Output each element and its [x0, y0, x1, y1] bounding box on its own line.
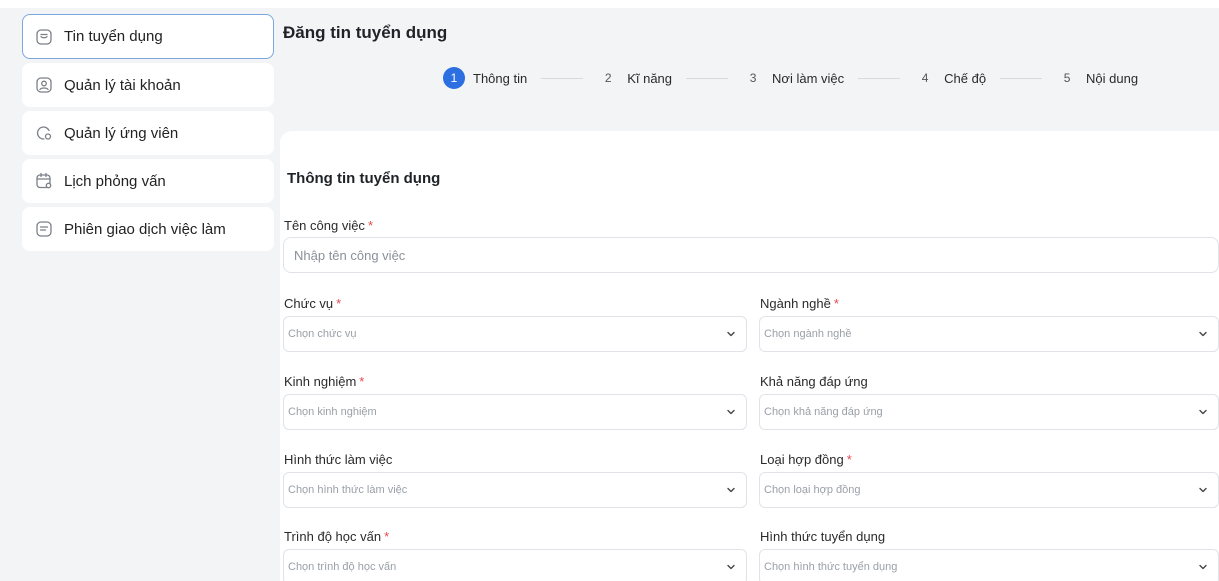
- select-placeholder: Chọn hình thức làm việc: [288, 484, 408, 496]
- availability-select[interactable]: Chọn khả năng đáp ứng: [759, 394, 1219, 430]
- recruitment-type-select[interactable]: Chọn hình thức tuyển dụng: [759, 549, 1219, 581]
- availability-label: Khả năng đáp ứng: [760, 374, 868, 389]
- chevron-down-icon: [724, 560, 738, 574]
- sidebar-item-candidates[interactable]: Quản lý ứng viên: [22, 111, 274, 155]
- step-content[interactable]: 5 Nội dung: [1056, 67, 1138, 89]
- step-number: 5: [1063, 71, 1071, 85]
- label-text: Chức vụ: [284, 296, 334, 311]
- step-workplace[interactable]: 3 Nơi làm việc: [742, 67, 844, 89]
- candidate-icon: [35, 124, 53, 142]
- contract-type-select[interactable]: Chọn loại hợp đồng: [759, 472, 1219, 508]
- chevron-down-icon: [724, 405, 738, 419]
- job-fair-icon: [35, 220, 53, 238]
- step-label: Nội dung: [1086, 70, 1139, 86]
- section-title: Thông tin tuyển dụng: [287, 170, 441, 187]
- step-connector: [858, 77, 901, 79]
- label-text: Kinh nghiệm: [284, 374, 357, 389]
- industry-select[interactable]: Chọn ngành nghề: [759, 316, 1219, 352]
- contract-type-label: Loại hợp đồng *: [760, 452, 852, 467]
- step-label: Chế độ: [944, 70, 987, 86]
- education-select[interactable]: Chọn trình độ học vấn: [283, 549, 747, 581]
- select-placeholder: Chọn hình thức tuyển dụng: [764, 561, 898, 573]
- stepper: 1 Thông tin 2 Kĩ năng 3 Nơi làm việc 4 C…: [443, 66, 1138, 90]
- account-icon: [35, 76, 53, 94]
- chevron-down-icon: [1196, 483, 1210, 497]
- job-post-icon: [35, 28, 53, 46]
- select-placeholder: Chọn trình độ học vấn: [288, 561, 397, 573]
- step-number: 1: [443, 67, 465, 89]
- required-mark: *: [846, 452, 852, 467]
- position-label: Chức vụ *: [284, 296, 341, 311]
- select-placeholder: Chọn kinh nghiệm: [288, 406, 377, 418]
- chevron-down-icon: [1196, 327, 1210, 341]
- sidebar: Tin tuyển dụng Quản lý tài khoản Quản lý…: [22, 14, 274, 255]
- step-connector: [1000, 77, 1043, 79]
- sidebar-item-interview-schedule[interactable]: Lịch phỏng vấn: [22, 159, 274, 203]
- step-label: Kĩ năng: [627, 70, 673, 86]
- sidebar-item-label: Quản lý ứng viên: [64, 124, 179, 142]
- experience-label: Kinh nghiệm *: [284, 374, 364, 389]
- step-skills[interactable]: 2 Kĩ năng: [597, 67, 672, 89]
- required-mark: *: [359, 374, 365, 389]
- label-text: Hình thức tuyển dụng: [760, 529, 886, 544]
- position-select[interactable]: Chọn chức vụ: [283, 316, 747, 352]
- label-text: Trình độ học vấn: [284, 529, 382, 544]
- sidebar-item-job-fair[interactable]: Phiên giao dịch việc làm: [22, 207, 274, 251]
- chevron-down-icon: [724, 327, 738, 341]
- work-type-select[interactable]: Chọn hình thức làm việc: [283, 472, 747, 508]
- form-card: [280, 131, 1219, 581]
- select-placeholder: Chọn ngành nghề: [764, 328, 852, 340]
- select-placeholder: Chọn khả năng đáp ứng: [764, 406, 883, 418]
- sidebar-item-accounts[interactable]: Quản lý tài khoản: [22, 63, 274, 107]
- select-placeholder: Chọn loại hợp đồng: [764, 484, 861, 496]
- step-number: 3: [749, 71, 757, 85]
- label-text: Hình thức làm việc: [284, 452, 393, 467]
- sidebar-item-label: Tin tuyển dụng: [64, 28, 163, 45]
- step-connector: [541, 77, 584, 79]
- step-benefits[interactable]: 4 Chế độ: [914, 67, 986, 89]
- required-mark: *: [367, 218, 373, 233]
- required-mark: *: [833, 296, 839, 311]
- select-placeholder: Chọn chức vụ: [288, 328, 357, 340]
- required-mark: *: [336, 296, 342, 311]
- work-type-label: Hình thức làm việc: [284, 452, 392, 467]
- sidebar-item-label: Quản lý tài khoản: [64, 76, 181, 94]
- page-title: Đăng tin tuyển dụng: [283, 23, 448, 42]
- experience-select[interactable]: Chọn kinh nghiệm: [283, 394, 747, 430]
- education-label: Trình độ học vấn *: [284, 529, 389, 544]
- calendar-icon: [35, 172, 53, 190]
- chevron-down-icon: [1196, 405, 1210, 419]
- top-bar: [0, 0, 1219, 8]
- label-text: Loại hợp đồng: [760, 452, 844, 467]
- step-label: Thông tin: [473, 70, 528, 86]
- required-mark: *: [384, 529, 390, 544]
- step-number: 2: [604, 71, 612, 85]
- recruitment-type-label: Hình thức tuyển dụng: [760, 529, 885, 544]
- step-connector: [686, 77, 729, 79]
- chevron-down-icon: [724, 483, 738, 497]
- label-text: Khả năng đáp ứng: [760, 374, 868, 389]
- step-number: 4: [921, 71, 929, 85]
- label-text: Tên công việc: [284, 218, 365, 233]
- sidebar-item-job-posts[interactable]: Tin tuyển dụng: [22, 14, 274, 59]
- job-title-label: Tên công việc *: [284, 218, 373, 233]
- sidebar-item-label: Phiên giao dịch việc làm: [64, 220, 226, 238]
- industry-label: Ngành nghề *: [760, 296, 839, 311]
- job-title-input[interactable]: [283, 237, 1219, 273]
- chevron-down-icon: [1196, 560, 1210, 574]
- step-label: Nơi làm việc: [772, 70, 845, 86]
- step-info[interactable]: 1 Thông tin: [443, 67, 527, 89]
- sidebar-item-label: Lịch phỏng vấn: [64, 172, 166, 190]
- label-text: Ngành nghề: [760, 296, 831, 311]
